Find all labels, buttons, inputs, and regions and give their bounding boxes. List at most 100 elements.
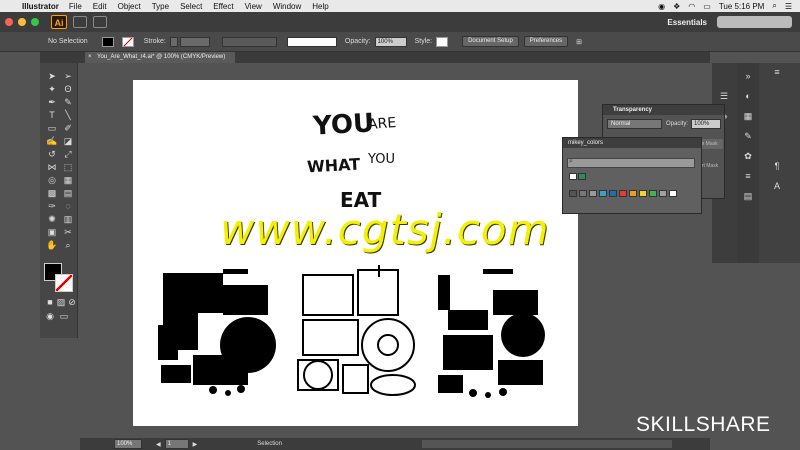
type-tool-icon[interactable]: T [46,110,58,120]
rotate-tool-icon[interactable]: ↺ [46,149,58,159]
gradient-tool-icon[interactable]: ▤ [62,188,74,198]
line-tool-icon[interactable]: ╲ [62,110,74,120]
graph-tool-icon[interactable]: ▥ [62,214,74,224]
menu-effect[interactable]: Effect [213,2,233,11]
swatches-panel-title[interactable]: mikey_colors [563,138,701,148]
artboard-next-icon[interactable]: ▶ [193,441,198,448]
app-menu[interactable]: Illustrator [22,2,59,11]
artboard-number-field[interactable]: 1 [164,439,189,449]
screen-mode-icon[interactable]: ▭ [58,311,70,321]
search-input[interactable] [717,16,792,28]
spotlight-icon[interactable]: ⌕ [772,1,776,11]
blend-tool-icon[interactable]: ◌ [62,201,74,211]
opacity-field[interactable]: 100% [374,36,407,47]
color-swatch[interactable] [569,173,577,180]
zoom-window-icon[interactable] [31,18,39,26]
graphic-style-swatch[interactable] [436,36,449,47]
menu-select[interactable]: Select [180,2,202,11]
arrange-icon[interactable]: ⊞ [576,38,582,46]
menu-help[interactable]: Help [312,2,328,11]
color-swatch[interactable] [589,190,597,197]
variable-width-profile[interactable] [221,36,277,47]
stroke-color-box[interactable] [55,274,73,292]
paragraph-panel-icon[interactable]: ¶ [771,161,783,171]
make-mask-button[interactable]: ke Mask [699,139,723,149]
horizontal-scrollbar[interactable] [421,440,672,448]
wifi-icon[interactable]: ◠ [688,2,695,11]
artboard-tool-icon[interactable]: ▣ [46,227,58,237]
mesh-tool-icon[interactable]: ▩ [46,188,58,198]
hand-tool-icon[interactable]: ✋ [46,240,58,250]
menu-object[interactable]: Object [118,2,141,11]
preferences-button[interactable]: Preferences [523,36,569,47]
menu-window[interactable]: Window [273,2,301,11]
swatch-search-input[interactable] [567,158,695,168]
color-swatch[interactable] [569,190,577,197]
brushes-panel-icon[interactable]: ✎ [742,131,754,141]
workspace-switcher[interactable]: Essentials [667,18,707,27]
curvature-tool-icon[interactable]: ✎ [62,97,74,107]
slice-tool-icon[interactable]: ✂ [62,227,74,237]
stroke-weight-field[interactable] [179,36,210,47]
selection-tool-icon[interactable]: ➤ [46,71,58,81]
free-transform-icon[interactable]: ⬚ [62,162,74,172]
color-swatch[interactable] [659,190,667,197]
shaper-tool-icon[interactable]: ✍ [46,136,58,146]
current-tool-status[interactable]: Selection [257,441,282,447]
pen-tool-icon[interactable]: ✒ [46,97,58,107]
battery-icon[interactable]: ▭ [703,2,711,11]
scale-tool-icon[interactable]: ⤢ [62,149,74,159]
close-window-icon[interactable] [5,18,13,26]
fill-swatch[interactable] [101,36,114,47]
notifications-icon[interactable]: ☰ [785,2,792,11]
properties-panel-icon[interactable]: ☰ [718,91,730,101]
zoom-field[interactable]: 100% [114,439,142,449]
character-panel-icon[interactable]: A [771,181,783,191]
collapse-icon[interactable]: » [742,71,754,81]
lasso-tool-icon[interactable]: ʘ [62,84,74,94]
eyedropper-icon[interactable]: ✑ [46,201,58,211]
stroke-stepper[interactable] [169,36,178,47]
draw-mode-icon[interactable]: ◉ [44,311,56,321]
color-swatch[interactable] [579,190,587,197]
color-panel-icon[interactable]: ◐ [742,91,754,101]
clock-text[interactable]: Tue 5:16 PM [719,2,765,11]
paintbrush-icon[interactable]: ✐ [62,123,74,133]
document-setup-button[interactable]: Document Setup [462,36,519,47]
magic-wand-icon[interactable]: ✦ [46,84,58,94]
document-tab[interactable]: × You_Are_What_r4.ai* @ 100% (CMYK/Previ… [85,52,235,63]
stroke-label[interactable]: Stroke: [144,38,166,45]
symbol-sprayer-icon[interactable]: ✺ [46,214,58,224]
panel-menu-icon[interactable]: ≡ [771,67,783,77]
none-mode-icon[interactable]: ⊘ [66,297,78,307]
transparency-opacity-field[interactable]: 100% [691,119,721,129]
artboard-prev-icon[interactable]: ◀ [156,441,161,448]
minimize-window-icon[interactable] [18,18,26,26]
zoom-tool-icon[interactable]: ⌕ [62,240,74,250]
transparency-panel-title[interactable]: Transparency [603,105,724,115]
creative-cloud-icon[interactable]: ◉ [658,2,665,11]
width-tool-icon[interactable]: ⋈ [46,162,58,172]
symbols-panel-icon[interactable]: ✿ [742,151,754,161]
menu-edit[interactable]: Edit [93,2,107,11]
color-swatch[interactable] [669,190,677,197]
stroke-swatch[interactable] [121,36,134,47]
color-swatch[interactable] [578,173,586,180]
arrange-documents-icon[interactable] [93,16,107,28]
close-icon[interactable]: × [88,52,92,63]
stroke-panel-icon[interactable]: ≡ [742,171,754,181]
bridge-icon[interactable] [73,16,87,28]
opacity-label[interactable]: Opacity: [345,38,371,45]
color-swatch[interactable] [649,190,657,197]
dropbox-icon[interactable]: ❖ [673,2,680,11]
menu-file[interactable]: File [69,2,82,11]
menu-type[interactable]: Type [152,2,169,11]
menu-view[interactable]: View [245,2,262,11]
swatches-panel-icon[interactable]: ▦ [742,111,754,121]
color-swatch[interactable] [609,190,617,197]
color-swatch[interactable] [629,190,637,197]
color-swatch[interactable] [599,190,607,197]
brush-definition[interactable] [286,36,337,47]
rectangle-tool-icon[interactable]: ▭ [46,123,58,133]
color-swatch[interactable] [639,190,647,197]
